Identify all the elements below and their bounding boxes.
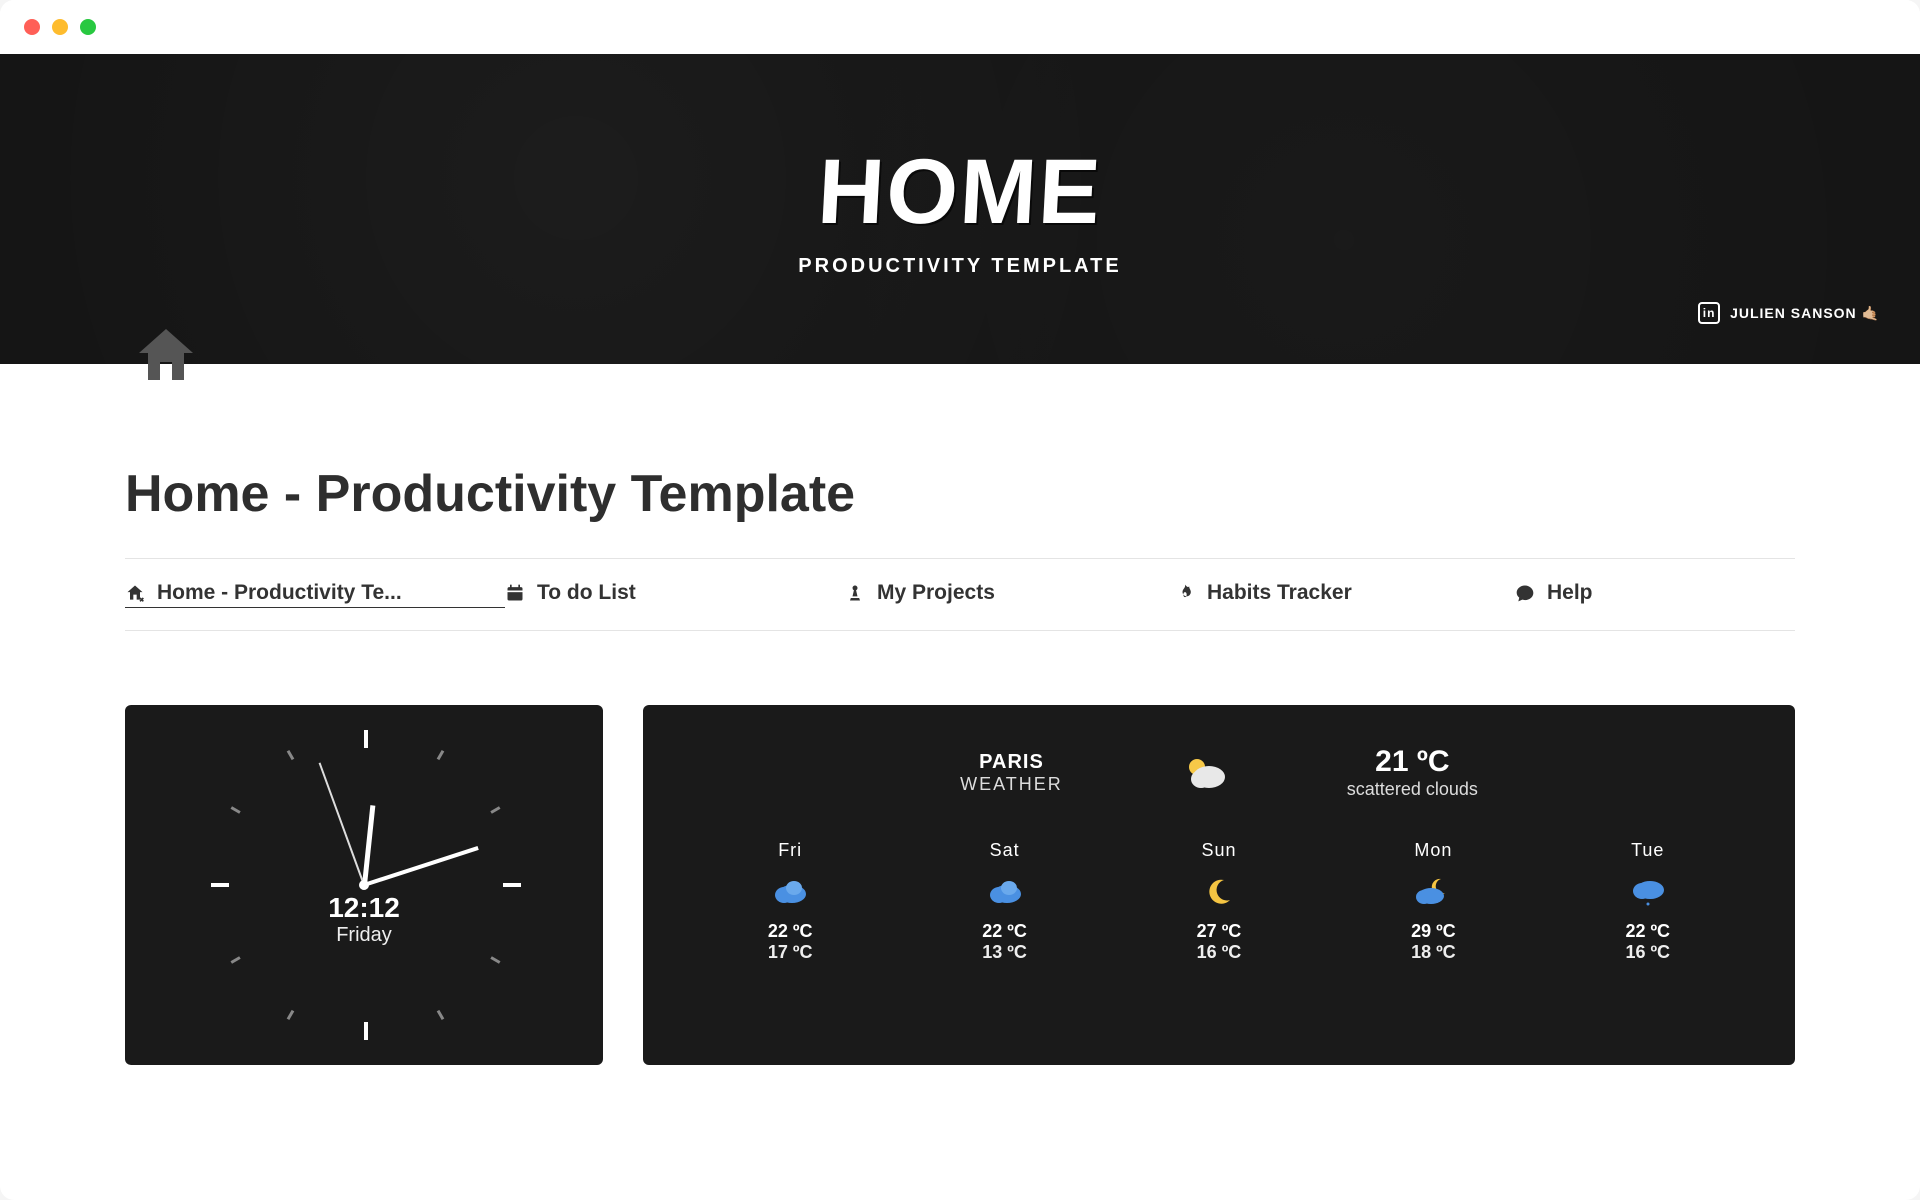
nav-item-help[interactable]: Help [1515,581,1795,605]
weather-widget: PARIS WEATHER 21 ºC scattered clouds [643,705,1795,1065]
app-window: HOME PRODUCTIVITY TEMPLATE in JULIEN SAN… [0,0,1920,1200]
home-share-icon [125,583,147,603]
clock-digital: 12:12 Friday [328,892,400,947]
clock-minute-hand [363,846,478,887]
clock-hour-hand [362,805,375,885]
flame-icon [1175,583,1197,603]
weather-label: WEATHER [960,774,1063,795]
weather-current-cond: scattered clouds [1347,779,1478,800]
forecast-hi: 29 ºC [1411,921,1456,942]
page-title: Home - Productivity Template [125,464,1795,524]
weather-current: 21 ºC scattered clouds [1347,745,1478,800]
nav-item-label: Home - Productivity Te... [157,581,402,605]
weather-current-temp: 21 ºC [1347,745,1478,779]
forecast-hi: 27 ºC [1197,921,1242,942]
clock-day-text: Friday [328,924,400,947]
nav-item-label: To do List [537,581,636,605]
forecast-lo: 16 ºC [1197,942,1242,963]
banner-title: HOME [815,140,1105,245]
clock-time-text: 12:12 [328,892,400,924]
forecast-day-sat: Sat 22 ºC 13 ºC [982,840,1027,963]
clock-second-hand [319,762,365,885]
nav-item-todo[interactable]: To do List [505,581,845,605]
forecast-day-tue: Tue 22 ºC 16 ºC [1625,840,1670,963]
clock-face: 12:12 Friday [194,715,534,1055]
forecast-day-mon: Mon 29 ºC 18 ºC [1411,840,1456,963]
forecast-hi: 22 ºC [1625,921,1670,942]
nav-item-habits[interactable]: Habits Tracker [1175,581,1515,605]
calendar-icon [505,583,527,603]
nav-bar: Home - Productivity Te... To do List My … [125,558,1795,631]
forecast-day-label: Mon [1414,840,1452,861]
forecast-hi: 22 ºC [768,921,813,942]
window-titlebar [0,0,1920,54]
linkedin-icon: in [1698,302,1720,324]
forecast-lo: 16 ºC [1625,942,1670,963]
weather-forecast: Fri 22 ºC 17 ºC Sat [683,840,1755,963]
banner-subtitle: PRODUCTIVITY TEMPLATE [798,255,1121,278]
forecast-day-label: Sun [1201,840,1236,861]
cloud-icon [987,873,1023,909]
widgets-row: 12:12 Friday PARIS WEATHER [125,705,1795,1065]
banner-credit[interactable]: in JULIEN SANSON 🤙🏼 [1698,302,1880,324]
chat-icon [1515,583,1537,603]
forecast-hi: 22 ºC [982,921,1027,942]
forecast-day-fri: Fri 22 ºC 17 ºC [768,840,813,963]
close-window-button[interactable] [24,19,40,35]
forecast-lo: 18 ºC [1411,942,1456,963]
weather-location: PARIS WEATHER [960,751,1063,795]
nav-item-projects[interactable]: My Projects [845,581,1175,605]
page-icon[interactable] [130,320,202,392]
nav-item-home[interactable]: Home - Productivity Te... [125,581,505,608]
clock-center [359,880,369,890]
maximize-window-button[interactable] [80,19,96,35]
nav-item-label: My Projects [877,581,995,605]
weather-city: PARIS [960,751,1063,774]
home-icon [130,320,202,392]
cloud-rain-icon [1630,873,1666,909]
page-content: Home - Productivity Template Home - Prod… [0,364,1920,1065]
banner-credit-text: JULIEN SANSON 🤙🏼 [1730,305,1880,322]
sun-cloud-icon [1183,755,1227,791]
nav-item-label: Help [1547,581,1593,605]
clock-widget: 12:12 Friday [125,705,603,1065]
weather-header: PARIS WEATHER 21 ºC scattered clouds [683,745,1755,800]
forecast-day-label: Fri [778,840,802,861]
moon-icon [1206,873,1232,909]
forecast-day-label: Sat [990,840,1020,861]
forecast-day-label: Tue [1631,840,1664,861]
minimize-window-button[interactable] [52,19,68,35]
forecast-day-sun: Sun 27 ºC 16 ºC [1197,840,1242,963]
chess-piece-icon [845,583,867,603]
moon-cloud-icon [1415,873,1451,909]
cloud-icon [772,873,808,909]
forecast-lo: 17 ºC [768,942,813,963]
cover-banner: HOME PRODUCTIVITY TEMPLATE in JULIEN SAN… [0,54,1920,364]
nav-item-label: Habits Tracker [1207,581,1352,605]
forecast-lo: 13 ºC [982,942,1027,963]
